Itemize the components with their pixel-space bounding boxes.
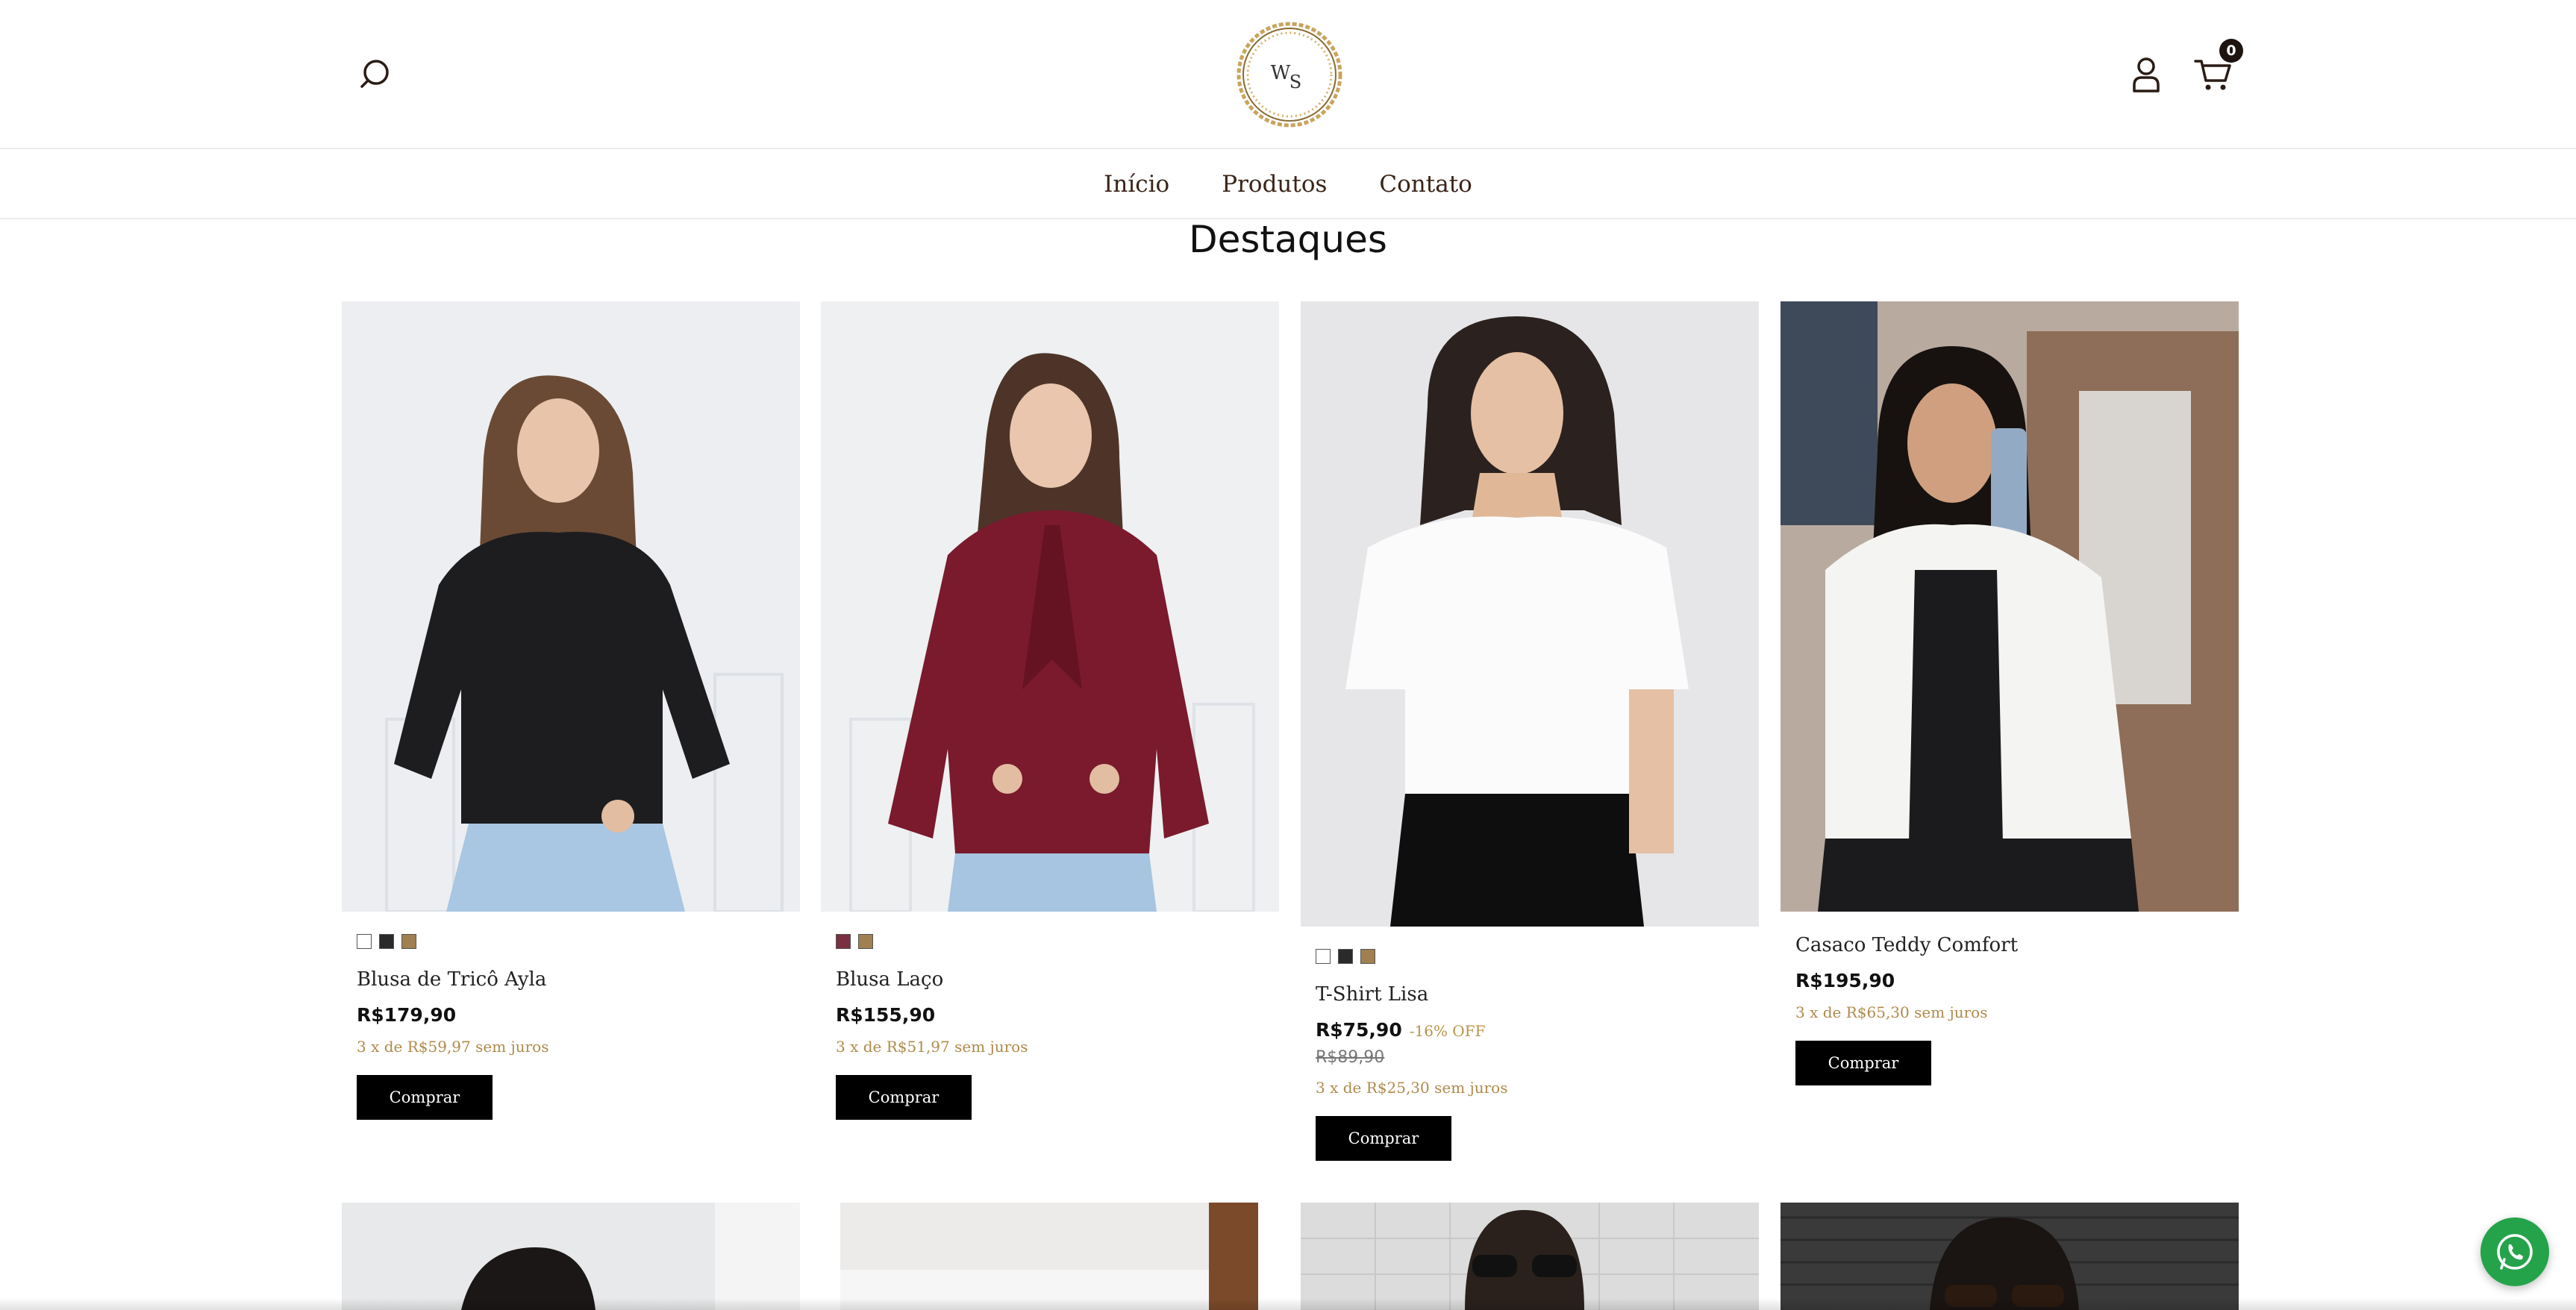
- product-image[interactable]: [821, 301, 1279, 912]
- swatch-white[interactable]: [1316, 949, 1331, 964]
- swatch-black[interactable]: [379, 934, 394, 949]
- product-image[interactable]: [1301, 301, 1759, 927]
- account-icon[interactable]: [2128, 55, 2164, 94]
- buy-button[interactable]: Comprar: [1795, 1041, 1931, 1085]
- swatch-wine[interactable]: [836, 934, 851, 949]
- product-image[interactable]: [1301, 1203, 1759, 1310]
- buy-button[interactable]: Comprar: [1316, 1116, 1451, 1161]
- product-price: R$195,90: [1795, 970, 1895, 991]
- installments-text: 3 x de R$65,30 sem juros: [1795, 1003, 1988, 1021]
- product-image[interactable]: [1781, 301, 2239, 912]
- product-card: Blusa Laço R$155,90 3 x de R$51,97 sem j…: [821, 301, 1279, 1120]
- main-nav: Início Produtos Contato: [0, 151, 2576, 219]
- site-header: W S 0: [0, 0, 2576, 149]
- product-image[interactable]: [1781, 1203, 2239, 1310]
- product-image[interactable]: [342, 1203, 800, 1310]
- svg-text:W: W: [1271, 62, 1291, 84]
- product-price: R$75,90: [1316, 1019, 1402, 1041]
- whatsapp-button[interactable]: [2480, 1217, 2549, 1286]
- nav-item-contato[interactable]: Contato: [1379, 171, 1472, 198]
- buy-button[interactable]: Comprar: [357, 1075, 493, 1120]
- price-row: R$75,90 -16% OFF: [1316, 1019, 1759, 1041]
- discount-badge: -16% OFF: [1409, 1022, 1486, 1040]
- swatch-tan[interactable]: [858, 934, 873, 949]
- product-price: R$155,90: [836, 1004, 936, 1026]
- store-logo[interactable]: W S: [1234, 19, 1345, 130]
- swatch-tan[interactable]: [1360, 949, 1375, 964]
- color-swatches: [357, 934, 800, 950]
- price-row: R$155,90: [836, 1004, 1279, 1026]
- viewport-edge-shadow: [0, 1298, 2576, 1310]
- whatsapp-icon: [2497, 1234, 2533, 1270]
- nav-item-produtos[interactable]: Produtos: [1222, 171, 1327, 198]
- swatch-white[interactable]: [357, 934, 372, 949]
- search-icon[interactable]: [357, 57, 393, 93]
- product-name[interactable]: Blusa Laço: [836, 968, 1279, 991]
- buy-button[interactable]: Comprar: [836, 1075, 972, 1120]
- nav-item-inicio[interactable]: Início: [1104, 171, 1169, 198]
- installments-text: 3 x de R$25,30 sem juros: [1316, 1079, 1508, 1097]
- cart-count-badge: 0: [2219, 39, 2243, 63]
- section-title: Destaques: [1189, 218, 1387, 261]
- product-price: R$179,90: [357, 1004, 457, 1026]
- swatch-tan[interactable]: [401, 934, 416, 949]
- installments-text: 3 x de R$51,97 sem juros: [836, 1038, 1028, 1056]
- color-swatches: [836, 934, 1279, 950]
- svg-text:S: S: [1289, 72, 1301, 93]
- product-name[interactable]: T-Shirt Lisa: [1316, 983, 1759, 1006]
- product-image[interactable]: [821, 1203, 1279, 1310]
- product-name[interactable]: Casaco Teddy Comfort: [1795, 934, 2239, 956]
- price-row: R$179,90: [357, 1004, 800, 1026]
- product-name[interactable]: Blusa de Tricô Ayla: [357, 968, 800, 991]
- product-card: Blusa de Tricô Ayla R$179,90 3 x de R$59…: [342, 301, 800, 1120]
- product-card: Casaco Teddy Comfort R$195,90 3 x de R$6…: [1781, 301, 2239, 1085]
- price-row: R$195,90: [1795, 970, 2239, 991]
- swatch-black[interactable]: [1338, 949, 1353, 964]
- old-price: R$89,90: [1316, 1048, 1385, 1067]
- installments-text: 3 x de R$59,97 sem juros: [357, 1038, 549, 1056]
- product-image[interactable]: [342, 301, 800, 912]
- color-swatches: [1316, 949, 1759, 965]
- product-card: T-Shirt Lisa R$75,90 -16% OFF R$89,90 3 …: [1301, 301, 1759, 1161]
